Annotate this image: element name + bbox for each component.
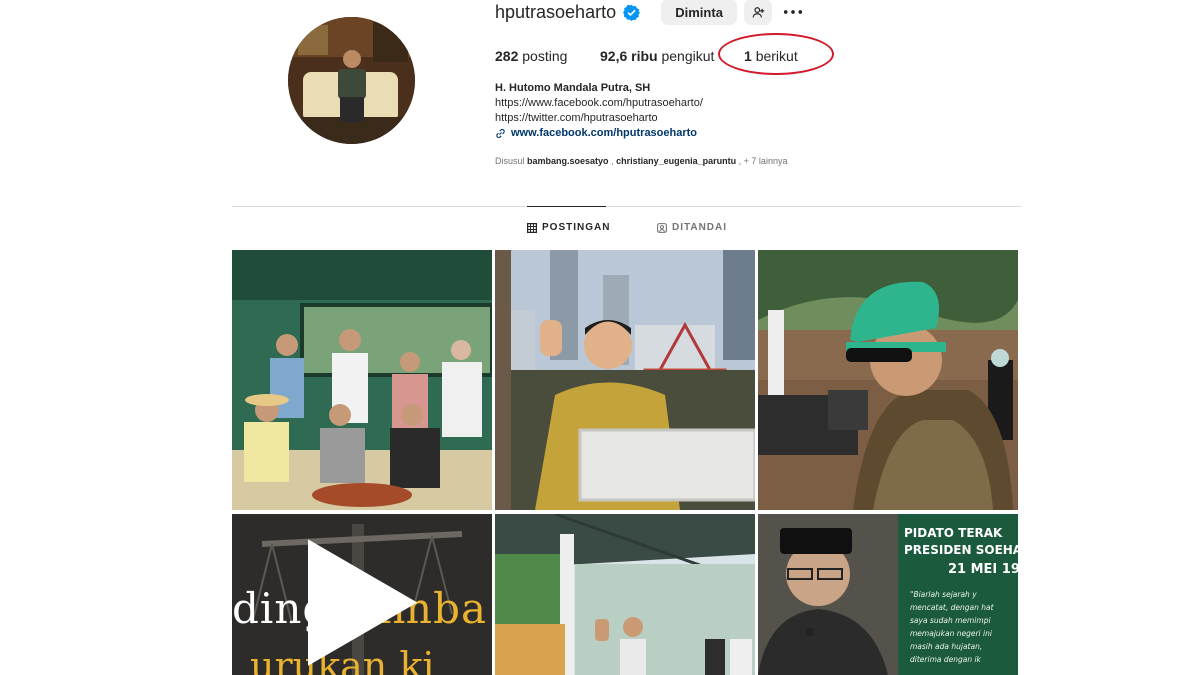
post-tile[interactable] <box>758 250 1018 510</box>
post-overlay-quote: diterima dengan ik <box>910 655 981 664</box>
stat-followers-value: 92,6 ribu <box>600 48 658 64</box>
post-tile[interactable]: PIDATO TERAK PRESIDEN SOEHA 21 MEI 1998 … <box>758 514 1018 675</box>
bio-line: https://twitter.com/hputrasoeharto <box>495 112 658 124</box>
followed-by-suffix: , + 7 lainnya <box>738 156 788 166</box>
bio-line: https://www.facebook.com/hputrasoeharto/ <box>495 97 703 109</box>
tagged-icon <box>657 222 667 233</box>
post-overlay-title: PIDATO TERAK <box>904 526 1003 540</box>
suggest-accounts-button[interactable] <box>744 0 773 25</box>
followed-by-prefix: Disusul <box>495 156 525 166</box>
more-options-icon[interactable] <box>782 1 804 23</box>
annotation-circle <box>718 33 834 75</box>
link-icon <box>496 128 505 138</box>
tab-posts-label: POSTINGAN <box>542 222 611 233</box>
verified-badge-icon <box>623 4 641 21</box>
followed-by-separator: , <box>611 156 614 166</box>
post-overlay-quote: mencatat, dengan hat <box>910 603 994 612</box>
post-overlay-quote: masih ada hujatan, <box>910 642 983 651</box>
profile-full-name: H. Hutomo Mandala Putra, SH <box>495 82 651 94</box>
tabs-divider <box>232 206 1021 207</box>
post-overlay-title: PRESIDEN SOEHA <box>904 543 1018 557</box>
avatar-image <box>288 17 415 144</box>
post-tile[interactable] <box>495 250 755 510</box>
tab-posts[interactable]: POSTINGAN <box>527 222 610 233</box>
profile-top-row: hputrasoeharto Diminta <box>495 0 804 25</box>
external-link-text: www.facebook.com/hputrasoeharto <box>511 127 698 139</box>
stat-posts-value: 282 <box>495 48 519 64</box>
post-overlay-quote: saya sudah memimpi <box>910 616 991 625</box>
post-overlay-title: 21 MEI 1998 <box>948 562 1018 577</box>
external-link[interactable]: www.facebook.com/hputrasoeharto <box>495 127 697 139</box>
followed-by-user[interactable]: bambang.soesatyo <box>527 156 609 166</box>
tab-active-indicator <box>527 206 606 207</box>
post-tile[interactable]: ding timba urukan ki <box>232 514 492 675</box>
profile-avatar[interactable] <box>288 17 415 144</box>
stat-posts-label: posting <box>522 48 568 64</box>
post-overlay-quote: "Biarlah sejarah y <box>910 590 977 599</box>
reel-icon <box>308 539 418 666</box>
post-overlay-quote: memajukan negeri ini <box>910 629 992 638</box>
tab-tagged-label: DITANDAI <box>672 222 728 233</box>
grid-icon <box>527 222 537 233</box>
requested-button[interactable]: Diminta <box>661 0 738 25</box>
post-image <box>495 250 755 510</box>
profile-username: hputrasoeharto <box>495 1 617 22</box>
followed-by-user[interactable]: christiany_eugenia_paruntu <box>616 156 736 166</box>
followed-by[interactable]: Disusul bambang.soesatyo , christiany_eu… <box>495 156 787 166</box>
person-add-icon <box>752 6 764 17</box>
post-tile[interactable] <box>495 514 755 675</box>
stat-posts: 282 posting <box>495 48 600 64</box>
post-image <box>758 250 1018 510</box>
post-tile[interactable] <box>232 250 492 510</box>
stat-followers-label: pengikut <box>661 48 715 64</box>
post-image <box>232 250 492 510</box>
post-image <box>495 514 755 675</box>
tab-tagged[interactable]: DITANDAI <box>657 222 727 233</box>
